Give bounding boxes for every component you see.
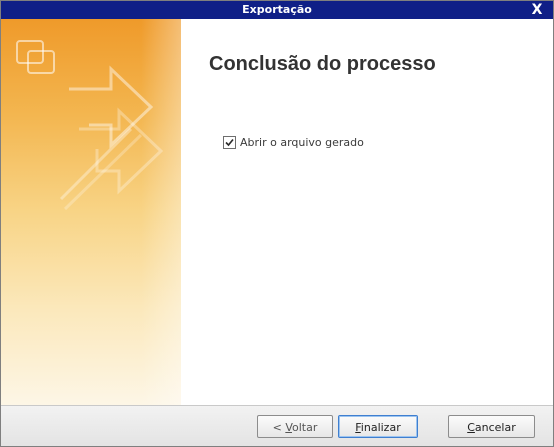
cancel-button-accel: C	[467, 421, 475, 434]
title-bar[interactable]: Exportação X	[1, 1, 553, 19]
cancel-button[interactable]: Cancelar	[448, 415, 535, 438]
cancel-button-rest: ancelar	[474, 421, 516, 434]
window-title: Exportação	[242, 3, 312, 16]
back-button[interactable]: < Voltar	[257, 415, 333, 438]
wizard-footer: < Voltar Finalizar Cancelar	[1, 405, 553, 446]
back-button-rest: oltar	[292, 421, 318, 434]
open-file-checkbox[interactable]	[223, 135, 236, 149]
finish-button-rest: inalizar	[360, 421, 401, 434]
side-banner-fade	[141, 19, 181, 405]
check-icon	[225, 138, 234, 146]
open-file-label[interactable]: Abrir o arquivo gerado	[240, 136, 364, 149]
back-button-prefix: <	[272, 421, 286, 434]
finish-button[interactable]: Finalizar	[338, 415, 418, 438]
side-banner	[1, 19, 181, 405]
page-title: Conclusão do processo	[209, 53, 436, 75]
open-file-option[interactable]: Abrir o arquivo gerado	[223, 135, 364, 149]
close-button[interactable]: X	[529, 2, 545, 18]
export-dialog: Exportação X Conclusão do processo Abrir…	[0, 0, 554, 447]
back-button-accel: V	[285, 421, 292, 434]
